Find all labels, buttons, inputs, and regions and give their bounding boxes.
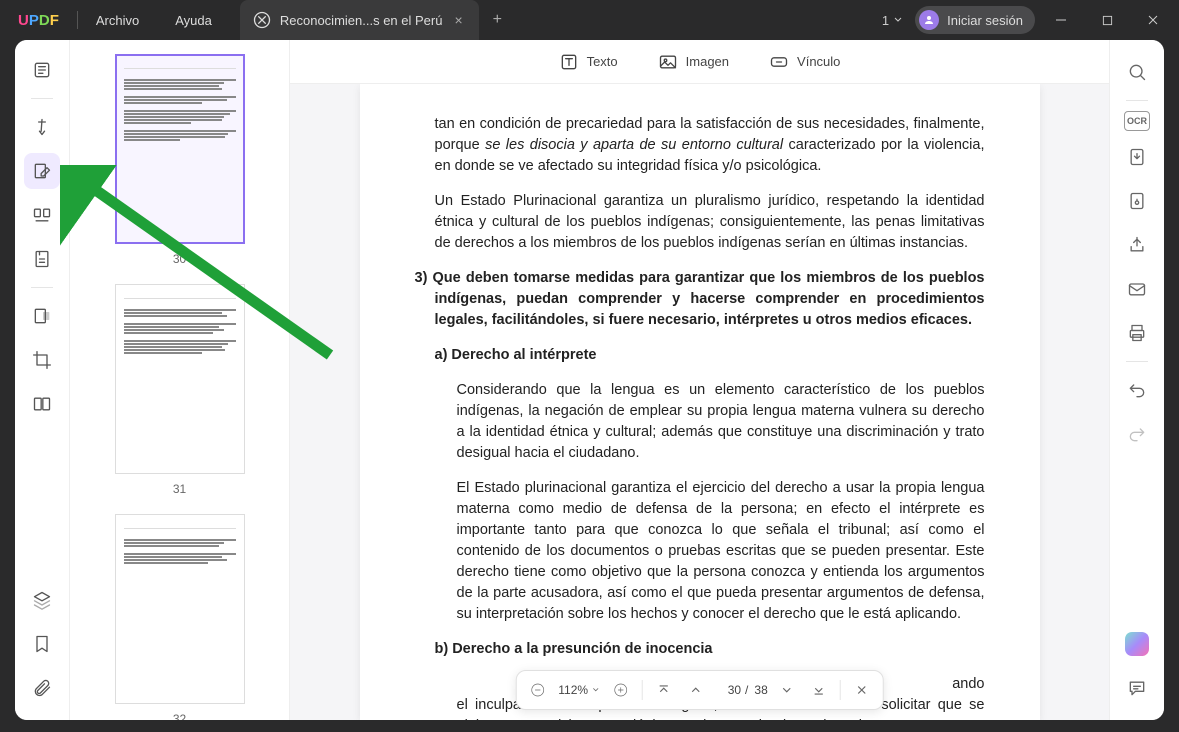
prev-page-button[interactable]	[681, 675, 711, 705]
redo-button[interactable]	[1119, 416, 1155, 452]
login-button[interactable]: Iniciar sesión	[915, 6, 1035, 34]
new-tab-button[interactable]: +	[479, 11, 516, 29]
export-button[interactable]	[1119, 139, 1155, 175]
edit-toolbar: Texto Imagen Vínculo	[290, 40, 1109, 84]
minimize-button[interactable]	[1041, 5, 1081, 35]
thumbnail-page[interactable]	[115, 54, 245, 244]
ai-icon	[1125, 632, 1149, 656]
attachments-button[interactable]	[24, 670, 60, 706]
email-button[interactable]	[1119, 271, 1155, 307]
tab-document-icon	[252, 10, 272, 30]
main-panel: 30 31 32	[15, 40, 1164, 720]
tab-close-button[interactable]: ×	[450, 12, 466, 28]
next-page-button[interactable]	[772, 675, 802, 705]
chevron-down-icon	[592, 686, 600, 694]
close-control-button[interactable]	[847, 675, 877, 705]
print-button[interactable]	[1119, 315, 1155, 351]
first-page-button[interactable]	[649, 675, 679, 705]
layers-button[interactable]	[24, 582, 60, 618]
document-page[interactable]: tan en condición de precariedad para la …	[360, 84, 1040, 720]
document-tab[interactable]: Reconocimien...s en el Perú ×	[240, 0, 479, 40]
redact-button[interactable]	[24, 298, 60, 334]
last-page-button[interactable]	[804, 675, 834, 705]
right-sidebar: OCR	[1109, 40, 1164, 720]
left-sidebar	[15, 40, 70, 720]
ocr-button[interactable]: OCR	[1124, 111, 1150, 131]
app-logo: UPDF	[0, 12, 77, 29]
window-counter[interactable]: 1	[876, 13, 909, 28]
avatar-icon	[919, 10, 939, 30]
thumbnail-panel: 30 31 32	[70, 40, 290, 720]
bookmarks-button[interactable]	[24, 626, 60, 662]
comment-tool-button[interactable]	[24, 109, 60, 145]
menu-help[interactable]: Ayuda	[157, 13, 230, 28]
ai-assistant-button[interactable]	[1119, 626, 1155, 662]
page-scroll-area[interactable]: tan en condición de precariedad para la …	[290, 84, 1109, 720]
chevron-down-icon	[893, 15, 903, 25]
text-tool-button[interactable]: Texto	[559, 52, 618, 72]
zoom-in-button[interactable]	[606, 675, 636, 705]
compare-button[interactable]	[24, 386, 60, 422]
search-button[interactable]	[1119, 54, 1155, 90]
login-label: Iniciar sesión	[947, 13, 1023, 28]
image-tool-button[interactable]: Imagen	[658, 52, 729, 72]
link-icon	[769, 52, 789, 72]
close-window-button[interactable]	[1133, 5, 1173, 35]
organize-pages-button[interactable]	[24, 197, 60, 233]
page-control-bar: 112% / 38	[515, 670, 884, 710]
crop-button[interactable]	[24, 342, 60, 378]
page-number-input[interactable]	[713, 683, 741, 697]
reader-mode-button[interactable]	[24, 52, 60, 88]
titlebar: UPDF Archivo Ayuda Reconocimien...s en e…	[0, 0, 1179, 40]
link-tool-button[interactable]: Vínculo	[769, 52, 840, 72]
zoom-dropdown[interactable]: 112%	[554, 683, 604, 697]
tab-title: Reconocimien...s en el Perú	[280, 13, 443, 28]
thumbnail-number: 32	[173, 712, 186, 720]
form-tool-button[interactable]	[24, 241, 60, 277]
maximize-button[interactable]	[1087, 5, 1127, 35]
thumbnail-page[interactable]	[115, 514, 245, 704]
thumbnail-number: 31	[173, 482, 186, 496]
image-icon	[658, 52, 678, 72]
text-icon	[559, 52, 579, 72]
document-viewer: Texto Imagen Vínculo tan en condición de…	[290, 40, 1109, 720]
protect-button[interactable]	[1119, 183, 1155, 219]
chat-button[interactable]	[1119, 670, 1155, 706]
thumbnail-page[interactable]	[115, 284, 245, 474]
edit-pdf-button[interactable]	[24, 153, 60, 189]
undo-button[interactable]	[1119, 372, 1155, 408]
menu-file[interactable]: Archivo	[78, 13, 157, 28]
total-pages: 38	[752, 683, 769, 697]
zoom-out-button[interactable]	[522, 675, 552, 705]
thumbnail-number: 30	[173, 252, 186, 266]
share-button[interactable]	[1119, 227, 1155, 263]
